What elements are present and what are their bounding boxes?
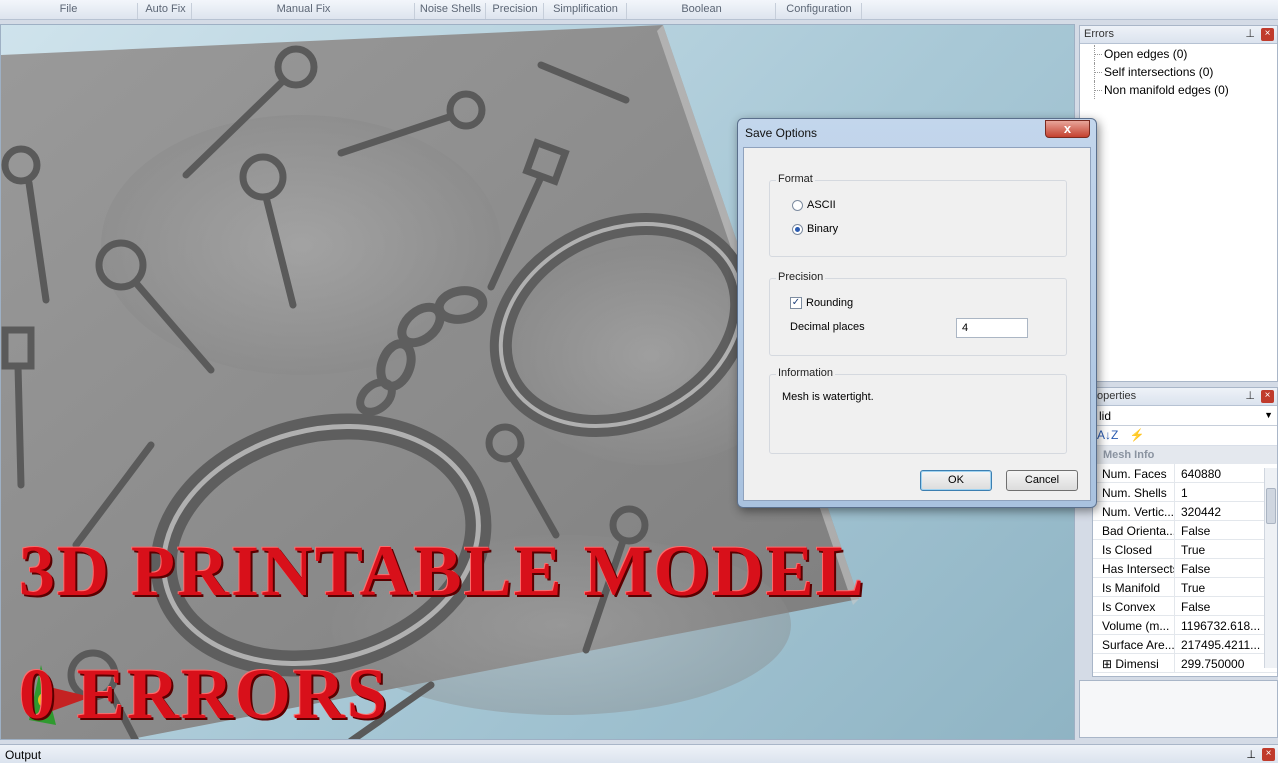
property-value: 640880: [1181, 467, 1222, 481]
properties-panel: operties ⊥ × lid ▼ A↓Z ⚡ Mesh Info Num. …: [1092, 387, 1278, 677]
property-key: Num. Vertic...: [1093, 502, 1175, 520]
overlay-title: 3D PRINTABLE MODEL: [19, 531, 866, 611]
property-row[interactable]: ⊞ Dimensi 299.750000: [1093, 654, 1277, 673]
property-value: 1: [1181, 486, 1188, 500]
property-key: Num. Shells: [1093, 483, 1175, 501]
scrollbar-thumb[interactable]: [1266, 488, 1276, 524]
object-selector-value: lid: [1099, 409, 1112, 423]
close-icon[interactable]: ×: [1261, 28, 1274, 41]
property-key: Is Closed: [1093, 540, 1175, 558]
ribbon-group-precision[interactable]: Precision: [487, 3, 544, 19]
chevron-down-icon: ▼: [1264, 410, 1273, 420]
dialog-body: Format ASCII Binary Precision ✓ Rounding…: [743, 147, 1091, 501]
property-value: 217495.4211...: [1181, 638, 1261, 652]
property-row[interactable]: Surface Are... 217495.4211...: [1093, 635, 1277, 654]
checkbox-checked-icon[interactable]: ✓: [790, 297, 802, 309]
ribbon-toolbar: File Auto Fix Manual Fix Noise Shells Pr…: [0, 0, 1278, 20]
radio-binary-label: Binary: [807, 223, 839, 235]
ribbon-group-noise-shells[interactable]: Noise Shells: [416, 3, 486, 19]
properties-panel-header: operties ⊥ ×: [1093, 388, 1277, 406]
rounding-label: Rounding: [806, 297, 854, 309]
output-panel-title: Output: [5, 748, 42, 762]
property-key-text: Dimensi: [1115, 657, 1159, 671]
property-key: Is Manifold: [1093, 578, 1175, 596]
property-row[interactable]: Has Intersects False: [1093, 559, 1277, 578]
property-key: Volume (m...: [1093, 616, 1175, 634]
errors-panel-header: Errors ⊥ ×: [1080, 26, 1277, 44]
save-options-dialog: Save Options x Format ASCII Binary Preci…: [737, 118, 1097, 508]
radio-ascii-label: ASCII: [807, 199, 836, 211]
property-row[interactable]: Bad Orienta... False: [1093, 521, 1277, 540]
ribbon-group-auto-fix[interactable]: Auto Fix: [140, 3, 192, 19]
close-icon[interactable]: ×: [1261, 390, 1274, 403]
rounding-checkbox[interactable]: ✓ Rounding: [790, 297, 853, 309]
format-legend: Format: [776, 173, 815, 185]
property-value: False: [1181, 524, 1211, 538]
errors-tree: Open edges (0) Self intersections (0) No…: [1080, 44, 1277, 99]
property-row[interactable]: Num. Faces 640880: [1093, 464, 1277, 483]
dialog-title: Save Options: [745, 126, 818, 140]
property-value: True: [1181, 543, 1206, 557]
close-icon[interactable]: ×: [1262, 748, 1275, 761]
radio-ascii-indicator[interactable]: [792, 199, 803, 211]
property-row[interactable]: Num. Shells 1: [1093, 483, 1277, 502]
property-row[interactable]: Volume (m... 1196732.618...: [1093, 616, 1277, 635]
information-message: Mesh is watertight.: [782, 391, 874, 403]
error-open-edges[interactable]: Open edges (0): [1080, 45, 1277, 63]
ribbon-group-simplification[interactable]: Simplification: [545, 3, 627, 19]
property-value: 1196732.618...: [1181, 619, 1261, 633]
property-key: Surface Are...: [1093, 635, 1175, 653]
radio-binary[interactable]: Binary: [792, 223, 838, 235]
dialog-close-button[interactable]: x: [1045, 120, 1090, 138]
property-row[interactable]: Is Manifold True: [1093, 578, 1277, 597]
property-row[interactable]: Is Closed True: [1093, 540, 1277, 559]
property-value: False: [1181, 600, 1211, 614]
app-window: File Auto Fix Manual Fix Noise Shells Pr…: [0, 0, 1278, 763]
properties-toolbar: A↓Z ⚡: [1093, 426, 1277, 446]
ok-button[interactable]: OK: [920, 470, 992, 491]
precision-legend: Precision: [776, 271, 826, 283]
property-key: Num. Faces: [1093, 464, 1175, 482]
overlay-errors: 0 ERRORS: [19, 654, 390, 734]
decimal-places-input[interactable]: 4: [956, 318, 1028, 338]
property-key: ⊞ Dimensi: [1093, 654, 1175, 672]
ribbon-group-manual-fix[interactable]: Manual Fix: [193, 3, 415, 19]
output-panel: Output ⊥ ×: [0, 744, 1278, 763]
property-value: 320442: [1181, 505, 1222, 519]
decimal-places-label: Decimal places: [790, 321, 865, 333]
property-category[interactable]: Mesh Info: [1093, 446, 1277, 464]
format-group: Format ASCII Binary: [769, 173, 1067, 257]
cancel-button[interactable]: Cancel: [1006, 470, 1078, 491]
ribbon-group-configuration[interactable]: Configuration: [777, 3, 862, 19]
lightning-icon[interactable]: ⚡: [1130, 428, 1145, 442]
property-key: Bad Orienta...: [1093, 521, 1175, 539]
property-key: Is Convex: [1093, 597, 1175, 615]
property-row[interactable]: Is Convex False: [1093, 597, 1277, 616]
property-value: False: [1181, 562, 1211, 576]
error-non-manifold-edges[interactable]: Non manifold edges (0): [1080, 81, 1277, 99]
properties-panel-title: operties: [1097, 390, 1137, 402]
property-description-area: [1079, 680, 1278, 738]
property-key: Has Intersects: [1093, 559, 1175, 577]
ribbon-group-file[interactable]: File: [0, 3, 138, 19]
object-selector[interactable]: lid ▼: [1093, 406, 1277, 426]
property-value: True: [1181, 581, 1206, 595]
property-value: 299.750000: [1181, 657, 1245, 671]
pin-icon[interactable]: ⊥: [1245, 27, 1255, 40]
property-grid: Num. Faces 640880 Num. Shells 1 Num. Verti…: [1093, 464, 1277, 673]
error-self-intersections[interactable]: Self intersections (0): [1080, 63, 1277, 81]
information-legend: Information: [776, 367, 836, 379]
radio-ascii[interactable]: ASCII: [792, 199, 836, 211]
precision-group: Precision ✓ Rounding Decimal places 4: [769, 271, 1067, 356]
information-group: Information Mesh is watertight.: [769, 367, 1067, 454]
properties-scrollbar[interactable]: [1264, 468, 1277, 668]
sort-alpha-icon[interactable]: A↓Z: [1097, 428, 1118, 442]
pin-icon[interactable]: ⊥: [1246, 748, 1256, 761]
radio-binary-indicator[interactable]: [792, 223, 803, 235]
property-row[interactable]: Num. Vertic... 320442: [1093, 502, 1277, 521]
pin-icon[interactable]: ⊥: [1245, 389, 1255, 402]
errors-panel: Errors ⊥ × Open edges (0) Self intersect…: [1079, 25, 1278, 382]
errors-panel-title: Errors: [1084, 28, 1114, 40]
ribbon-group-boolean[interactable]: Boolean: [628, 3, 776, 19]
